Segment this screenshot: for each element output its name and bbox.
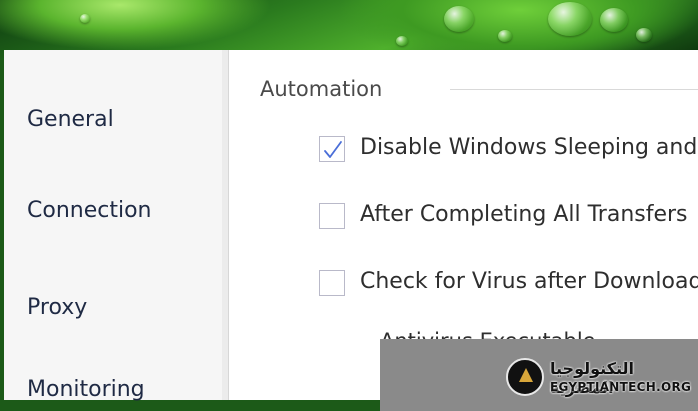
checkbox-disable-sleeping[interactable] bbox=[319, 136, 345, 162]
watermark-english-text: EGYPTIANTECH.ORG bbox=[550, 380, 692, 394]
settings-sidebar: General Connection Proxy Monitoring bbox=[4, 50, 222, 402]
section-divider bbox=[450, 89, 698, 90]
sidebar-divider bbox=[222, 50, 229, 400]
check-icon bbox=[324, 141, 342, 158]
option-label: Disable Windows Sleeping and I bbox=[360, 135, 698, 160]
sidebar-item-general[interactable]: General bbox=[27, 107, 114, 132]
water-drop bbox=[80, 14, 90, 23]
watermark-logo: التكنولوجيا المصرية EGYPTIANTECH.ORG bbox=[506, 358, 692, 398]
checkbox-after-completing[interactable] bbox=[319, 203, 345, 229]
sidebar-item-proxy[interactable]: Proxy bbox=[27, 295, 87, 320]
water-drop bbox=[600, 8, 628, 32]
option-label: Check for Virus after Download bbox=[360, 269, 698, 294]
seal-icon bbox=[506, 358, 544, 396]
water-drop bbox=[444, 6, 474, 32]
sidebar-item-connection[interactable]: Connection bbox=[27, 198, 151, 223]
sidebar-item-monitoring[interactable]: Monitoring bbox=[27, 377, 145, 402]
water-drop bbox=[396, 36, 408, 46]
option-label: After Completing All Transfers bbox=[360, 202, 688, 227]
water-drop bbox=[498, 30, 512, 42]
section-title-automation: Automation bbox=[260, 77, 383, 101]
settings-main-panel: Automation Disable Windows Sleeping and … bbox=[229, 50, 698, 411]
checkbox-check-virus[interactable] bbox=[319, 270, 345, 296]
water-drop bbox=[548, 2, 592, 36]
water-drop bbox=[636, 28, 652, 42]
